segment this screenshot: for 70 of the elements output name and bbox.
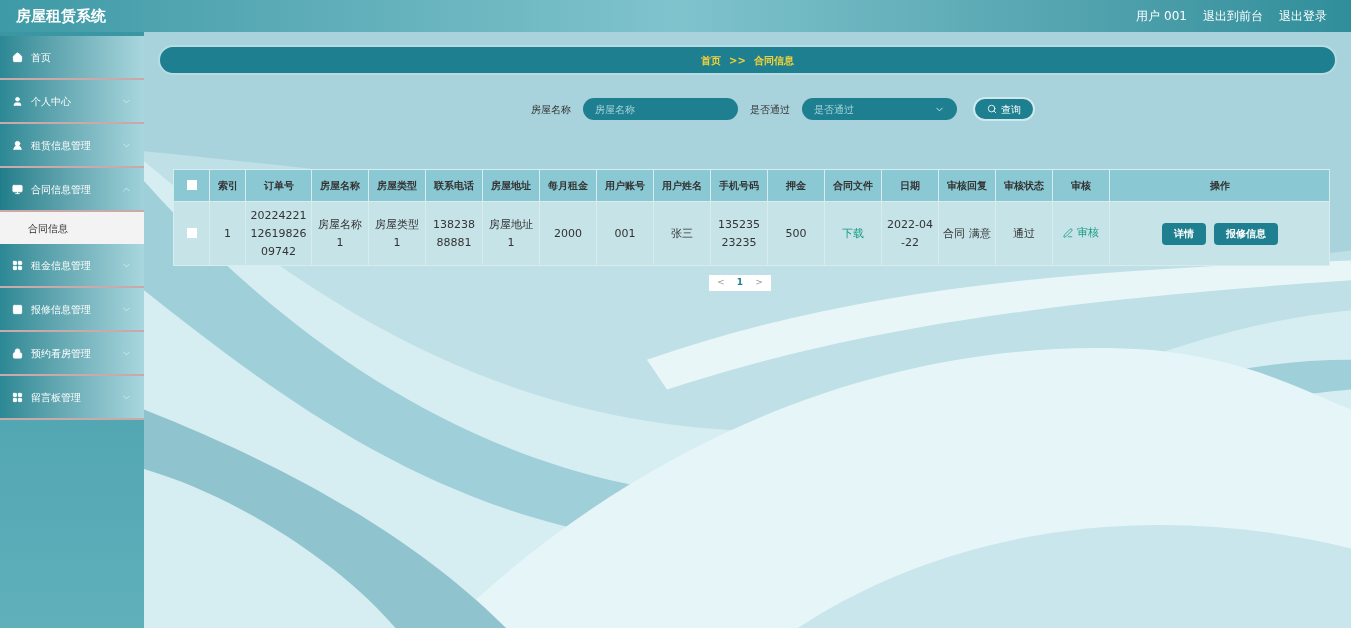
table-cell: 房屋类型1 [375,217,419,249]
app-title: 房屋租赁系统 [16,5,106,27]
column-header: 用户账号 [596,169,654,202]
table-cell: 001 [614,226,636,240]
table-cell: 房屋名称1 [318,217,362,249]
table-cell: 通过 [1013,226,1035,240]
download-link[interactable]: 下载 [842,226,864,240]
column-header: 操作 [1109,169,1330,202]
lock-icon [12,347,23,359]
table-cell: 合同 满意 [943,226,991,240]
grid-icon [12,391,23,403]
sidebar-item[interactable]: 预约看房管理 [0,332,144,376]
search-icon [986,104,997,114]
table-cell: 房屋地址1 [489,217,533,249]
page-number[interactable]: 1 [736,276,744,290]
person-icon [12,139,23,151]
pen-icon [1063,227,1073,238]
table-cell: 张三 [671,226,693,240]
column-header: 手机号码 [710,169,768,202]
column-header: 房屋类型 [368,169,426,202]
column-header: 合同文件 [824,169,882,202]
search-button[interactable]: 查询 [972,97,1035,121]
table-cell: 2022-04-22 [887,217,933,249]
column-header: 审核回复 [938,169,996,202]
header-link[interactable]: 退出到前台 [1203,7,1263,25]
row-action-button[interactable]: 报修信息 [1213,222,1278,245]
field-label: 是否通过 [749,102,790,117]
column-header: 房屋名称 [311,169,369,202]
user-icon [12,95,23,107]
breadcrumb-text[interactable]: 合同信息 [753,52,794,68]
field-label: 房屋名称 [530,102,571,117]
search-field[interactable]: 房屋名称 [582,98,738,120]
table-cell: 1 [224,226,231,240]
monitor-icon [12,183,23,195]
column-header: 联系电话 [425,169,483,202]
table-cell: 2000 [554,226,582,240]
sidebar-item[interactable]: 个人中心 [0,80,144,124]
sidebar-item[interactable]: 租赁信息管理 [0,124,144,168]
column-header: 每月租金 [539,169,597,202]
column-header: 押金 [767,169,825,202]
review-link[interactable]: 审核 [1077,223,1099,242]
table-cell: 500 [785,226,807,240]
column-header: 订单号 [245,169,312,202]
sidebar-item[interactable]: 合同信息管理 [0,168,144,212]
next-page[interactable]: > [755,276,763,290]
select-all-checkbox[interactable] [186,180,197,191]
column-header: 审核状态 [995,169,1053,202]
submenu-item[interactable]: 合同信息 [0,212,144,244]
column-header: 审核 [1052,169,1110,202]
column-header: 房屋地址 [482,169,540,202]
table-cell: 202242211261982609742 [250,208,307,258]
header-link[interactable]: 退出登录 [1279,7,1327,25]
table-cell: 13523523235 [718,217,760,249]
breadcrumb-text[interactable]: 首页 [701,52,722,68]
header-link[interactable]: 用户 001 [1136,7,1187,25]
row-action-button[interactable]: 详情 [1161,222,1206,245]
row-checkbox[interactable] [186,228,197,239]
breadcrumb-text: >> [729,53,746,68]
sidebar-item[interactable]: 租金信息管理 [0,244,144,288]
home-icon [12,51,23,63]
column-header: 索引 [209,169,246,202]
status-select[interactable]: 是否通过 [801,98,957,120]
sidebar-item[interactable]: 首页 [0,36,144,80]
sidebar-item[interactable]: 留言板管理 [0,376,144,420]
sidebar-item[interactable]: 报修信息管理 [0,288,144,332]
table-cell: 13823888881 [433,217,475,249]
prev-page[interactable]: < [717,276,725,290]
column-header: 用户姓名 [653,169,711,202]
column-header: 日期 [881,169,939,202]
grid-icon [12,259,23,271]
